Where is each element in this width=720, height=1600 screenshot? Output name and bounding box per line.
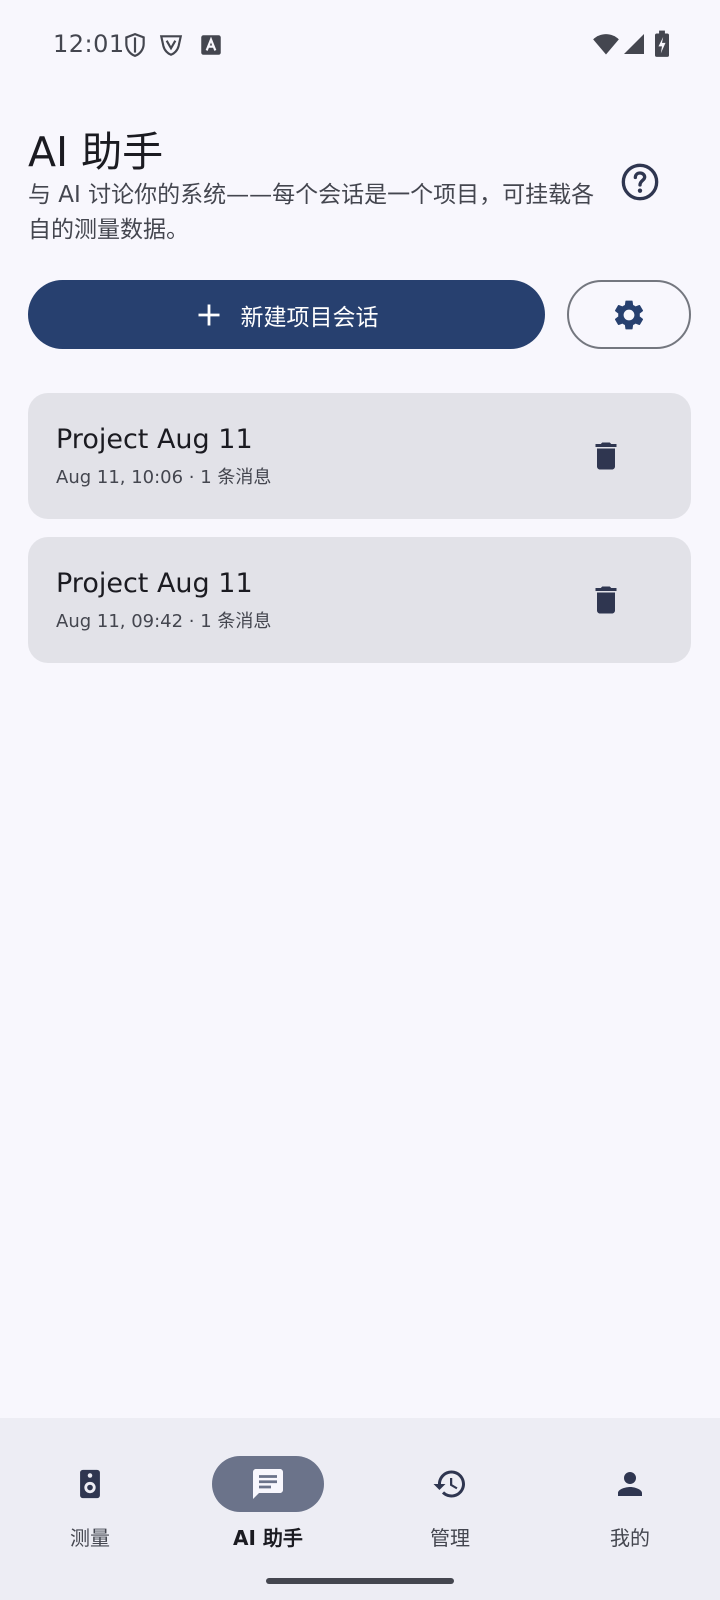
history-icon [433,1470,465,1498]
cellular-signal-icon [624,34,644,54]
nav-label: AI 助手 [233,1526,303,1550]
help-button[interactable] [616,158,664,206]
nav-item-measure[interactable]: 测量 [0,1438,180,1558]
nav-pill [574,1456,686,1512]
nav-pill [394,1456,506,1512]
session-card[interactable]: Project Aug 11 Aug 11, 10:06 · 1 条消息 [28,393,691,519]
nav-label: 测量 [70,1526,110,1550]
nav-pill [34,1456,146,1512]
nav-item-ai-assistant[interactable]: AI 助手 [178,1438,358,1558]
vpn-badge-icon [159,35,183,56]
page-title: AI 助手 [28,128,164,176]
help-circle-icon [621,163,659,201]
delete-session-button[interactable] [581,575,631,625]
status-bar: 12:01 [0,0,720,92]
chat-icon [253,1469,283,1499]
header: AI 助手 与 AI 讨论你的系统——每个会话是一个项目，可挂载各自的测量数据。 [28,126,608,248]
keyboard-a-icon [201,35,221,55]
delete-session-button[interactable] [581,431,631,481]
bottom-navigation: 测量 AI 助手 管理 我的 [0,1418,720,1600]
session-title: Project Aug 11 [56,424,253,455]
nav-pill-active [212,1456,324,1512]
battery-charging-icon [655,30,669,57]
settings-button[interactable] [567,280,691,349]
gesture-navigation-bar[interactable] [266,1578,454,1584]
session-card[interactable]: Project Aug 11 Aug 11, 09:42 · 1 条消息 [28,537,691,663]
wifi-icon [593,34,619,55]
speaker-icon [80,1469,100,1499]
nav-item-profile[interactable]: 我的 [540,1438,720,1558]
new-project-label: 新建项目会话 [240,304,379,331]
nav-label: 管理 [430,1526,470,1550]
session-list: Project Aug 11 Aug 11, 10:06 · 1 条消息 Pro… [28,393,691,681]
session-meta: Aug 11, 09:42 · 1 条消息 [56,611,272,632]
gear-icon [614,300,644,329]
session-title: Project Aug 11 [56,568,253,599]
status-time: 12:01 [53,30,125,58]
shield-icon [125,33,145,57]
trash-icon [595,442,617,470]
nav-item-manage[interactable]: 管理 [360,1438,540,1558]
page-subtitle: 与 AI 讨论你的系统——每个会话是一个项目，可挂载各自的测量数据。 [28,182,595,243]
nav-label: 我的 [610,1526,650,1550]
new-project-button[interactable]: 新建项目会话 [28,280,545,349]
trash-icon [595,586,617,614]
plus-icon [198,304,219,325]
session-meta: Aug 11, 10:06 · 1 条消息 [56,467,272,488]
person-icon [618,1472,642,1496]
